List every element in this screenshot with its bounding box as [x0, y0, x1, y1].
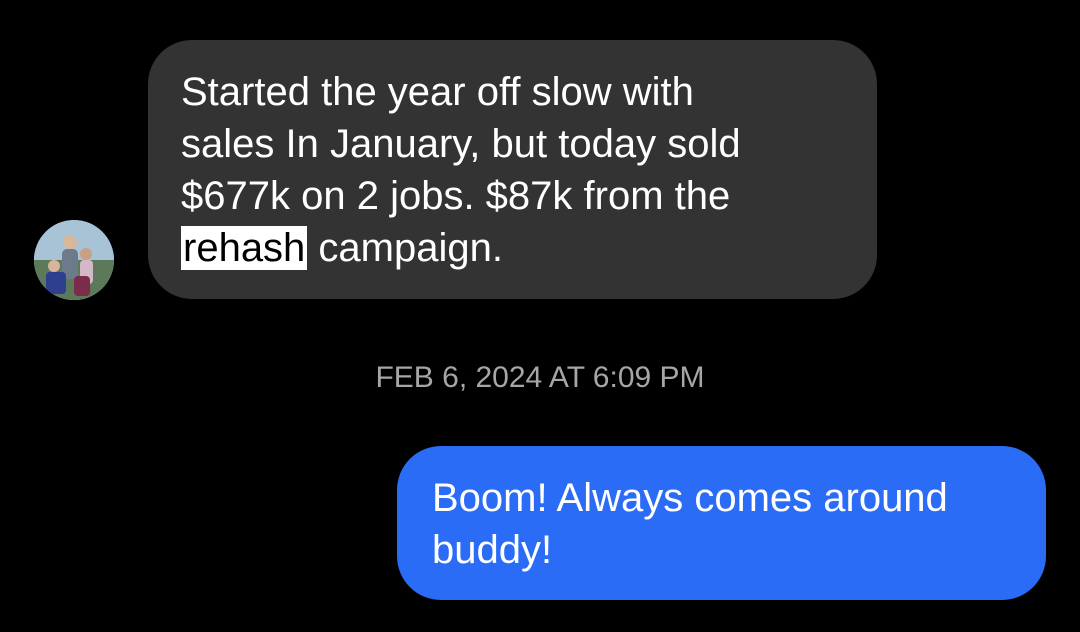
- message-text-tail: campaign.: [307, 226, 503, 270]
- message-line: buddy!: [432, 528, 553, 572]
- message-line: $677k on 2 jobs. $87k from the: [181, 174, 731, 218]
- message-line: sales In January, but today sold: [181, 122, 741, 166]
- avatar-photo-icon: [34, 220, 114, 300]
- message-line: Started the year off slow with: [181, 70, 694, 114]
- highlighted-search-term: rehash: [181, 226, 308, 270]
- contact-avatar[interactable]: [34, 220, 114, 300]
- message-line: Boom! Always comes around: [432, 476, 948, 520]
- message-timestamp: FEB 6, 2024 AT 6:09 PM: [375, 361, 705, 394]
- outgoing-message-bubble[interactable]: Boom! Always comes around buddy!: [397, 446, 1046, 600]
- message-line-last: rehash campaign.: [181, 222, 844, 274]
- incoming-message-bubble[interactable]: Started the year off slow with sales In …: [148, 40, 877, 299]
